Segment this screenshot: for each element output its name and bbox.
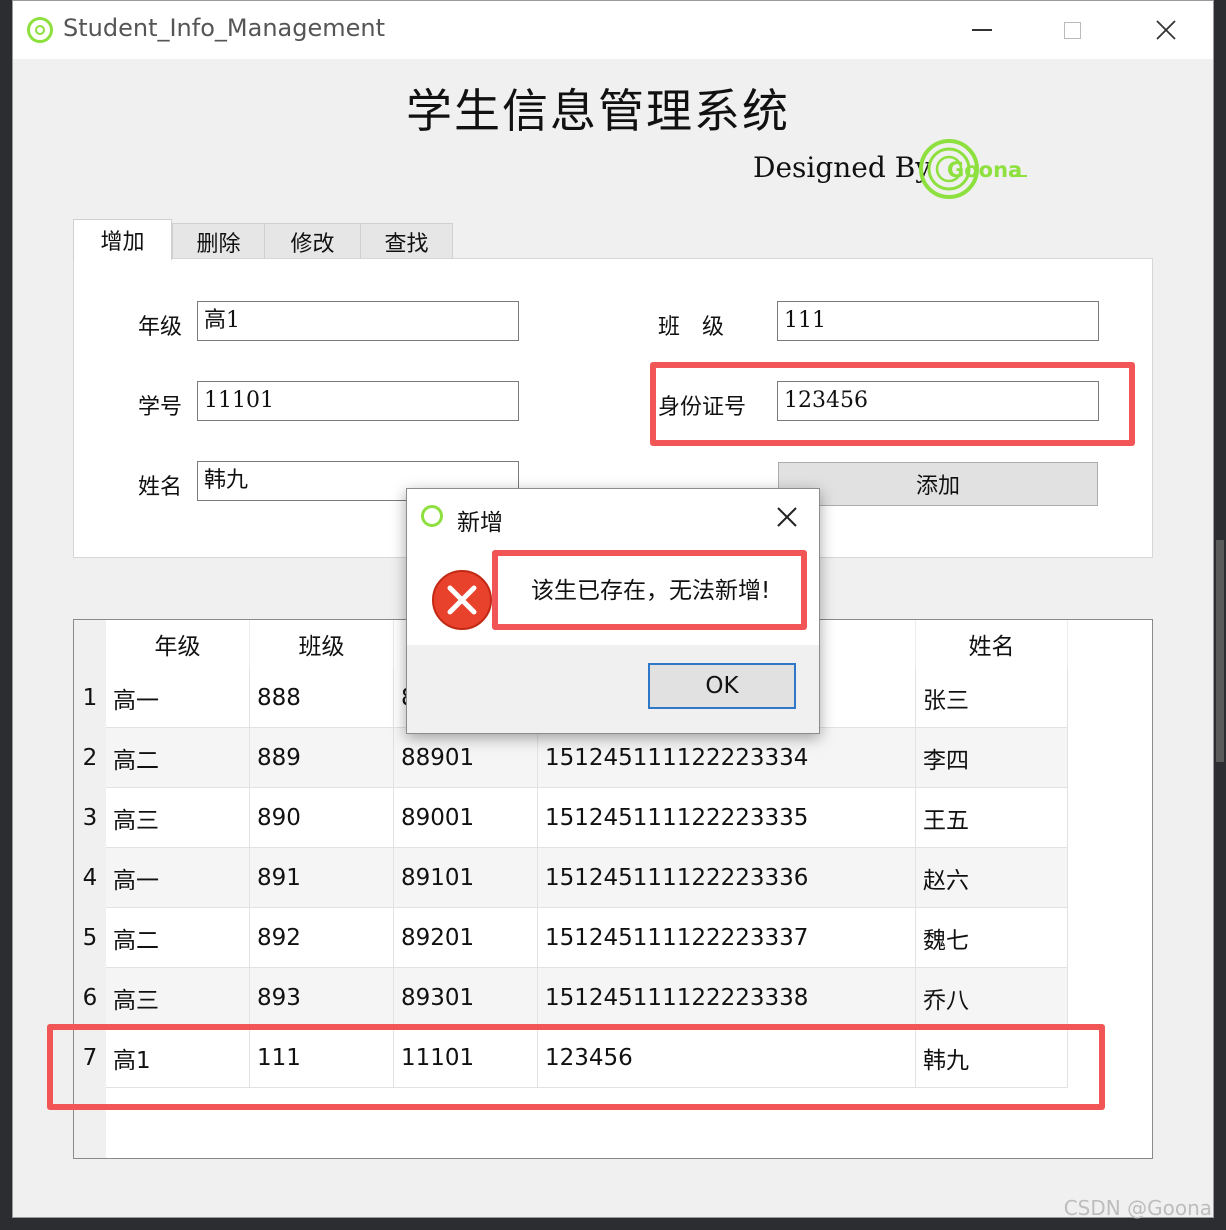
id-card-label: 身份证号 [658, 395, 747, 420]
cell-id-card[interactable]: 123456 [538, 1028, 916, 1088]
cell-id-card[interactable]: 151245111122223337 [538, 908, 916, 968]
cell-id-card[interactable]: 151245111122223335 [538, 788, 916, 848]
cell-student-id[interactable]: 89201 [394, 908, 538, 968]
app-logo-icon [421, 505, 443, 527]
add-button[interactable]: 添加 [778, 462, 1098, 506]
cell-class[interactable]: 111 [250, 1028, 394, 1088]
maximize-button[interactable] [1049, 9, 1095, 51]
grade-label: 年级 [138, 315, 183, 340]
cell-name[interactable]: 赵六 [916, 848, 1068, 908]
row-number: 5 [74, 908, 106, 968]
name-label: 姓名 [138, 475, 183, 500]
logo-text: Goona [947, 158, 1022, 182]
table-row[interactable]: 6 高三 893 89301 151245111122223338 乔八 [74, 968, 1068, 1028]
cell-name[interactable]: 乔八 [916, 968, 1068, 1028]
table-row[interactable]: 5 高二 892 89201 151245111122223337 魏七 [74, 908, 1068, 968]
dialog-body: 该生已存在，无法新增! [407, 545, 819, 645]
cell-grade[interactable]: 高二 [106, 908, 250, 968]
cell-student-id[interactable]: 89001 [394, 788, 538, 848]
cell-name[interactable]: 魏七 [916, 908, 1068, 968]
tab-delete[interactable]: 删除 [172, 223, 265, 259]
cell-grade[interactable]: 高1 [106, 1028, 250, 1088]
watermark-text: CSDN @Goona [1063, 1196, 1212, 1220]
goona-logo: Goona [917, 137, 1037, 207]
grade-input[interactable]: 高1 [197, 301, 519, 341]
cell-name[interactable]: 张三 [916, 668, 1068, 728]
class-label: 班 级 [658, 315, 725, 340]
cell-class[interactable]: 892 [250, 908, 394, 968]
cell-name[interactable]: 王五 [916, 788, 1068, 848]
close-icon [1156, 20, 1176, 40]
row-number: 7 [74, 1028, 106, 1088]
close-icon [777, 507, 797, 527]
title-bar[interactable]: Student_Info_Management [13, 1, 1213, 59]
cell-grade[interactable]: 高一 [106, 668, 250, 728]
row-number: 6 [74, 968, 106, 1028]
header-class[interactable]: 班级 [250, 620, 394, 668]
background-scrollbar [1216, 540, 1224, 762]
cell-grade[interactable]: 高二 [106, 728, 250, 788]
header-name[interactable]: 姓名 [916, 620, 1068, 668]
error-icon [432, 570, 492, 630]
cell-grade[interactable]: 高一 [106, 848, 250, 908]
row-number: 4 [74, 848, 106, 908]
tab-modify[interactable]: 修改 [264, 223, 361, 259]
designed-by-label: Designed By [753, 151, 932, 184]
header-grade[interactable]: 年级 [106, 620, 250, 668]
row-number: 2 [74, 728, 106, 788]
maximize-icon [1063, 21, 1081, 39]
tab-search[interactable]: 查找 [360, 223, 453, 259]
cell-grade[interactable]: 高三 [106, 788, 250, 848]
cell-class[interactable]: 891 [250, 848, 394, 908]
cell-class[interactable]: 889 [250, 728, 394, 788]
table-row[interactable]: 7 高1 111 11101 123456 韩九 [74, 1028, 1068, 1088]
cell-class[interactable]: 893 [250, 968, 394, 1028]
minimize-button[interactable] [959, 9, 1005, 51]
app-logo-icon [27, 17, 53, 43]
cell-grade[interactable]: 高三 [106, 968, 250, 1028]
window-title: Student_Info_Management [63, 14, 385, 42]
dialog-message: 该生已存在，无法新增! [531, 578, 771, 604]
dialog-close-button[interactable] [773, 503, 801, 531]
class-input[interactable]: 111 [777, 301, 1099, 341]
student-id-label: 学号 [138, 395, 183, 420]
cell-name[interactable]: 韩九 [916, 1028, 1068, 1088]
cell-student-id[interactable]: 89301 [394, 968, 538, 1028]
cell-class[interactable]: 888 [250, 668, 394, 728]
cell-id-card[interactable]: 151245111122223334 [538, 728, 916, 788]
tab-add[interactable]: 增加 [73, 219, 172, 260]
page-heading: 学生信息管理系统 [406, 84, 790, 138]
cell-student-id[interactable]: 89101 [394, 848, 538, 908]
cell-student-id[interactable]: 11101 [394, 1028, 538, 1088]
ok-button[interactable]: OK [648, 663, 796, 709]
row-number: 1 [74, 668, 106, 728]
close-button[interactable] [1143, 9, 1189, 51]
minimize-icon [972, 29, 992, 31]
table-row[interactable]: 4 高一 891 89101 151245111122223336 赵六 [74, 848, 1068, 908]
duplicate-error-dialog: 新增 该生已存在，无法新增! OK [406, 488, 820, 734]
cell-name[interactable]: 李四 [916, 728, 1068, 788]
dialog-title: 新增 [457, 510, 503, 536]
dialog-title-bar[interactable]: 新增 [407, 489, 819, 545]
id-card-input[interactable]: 123456 [777, 381, 1099, 421]
cell-class[interactable]: 890 [250, 788, 394, 848]
cell-id-card[interactable]: 151245111122223336 [538, 848, 916, 908]
cell-student-id[interactable]: 88901 [394, 728, 538, 788]
cell-id-card[interactable]: 151245111122223338 [538, 968, 916, 1028]
student-id-input[interactable]: 11101 [197, 381, 519, 421]
row-number: 3 [74, 788, 106, 848]
table-row[interactable]: 3 高三 890 89001 151245111122223335 王五 [74, 788, 1068, 848]
table-row[interactable]: 2 高二 889 88901 151245111122223334 李四 [74, 728, 1068, 788]
